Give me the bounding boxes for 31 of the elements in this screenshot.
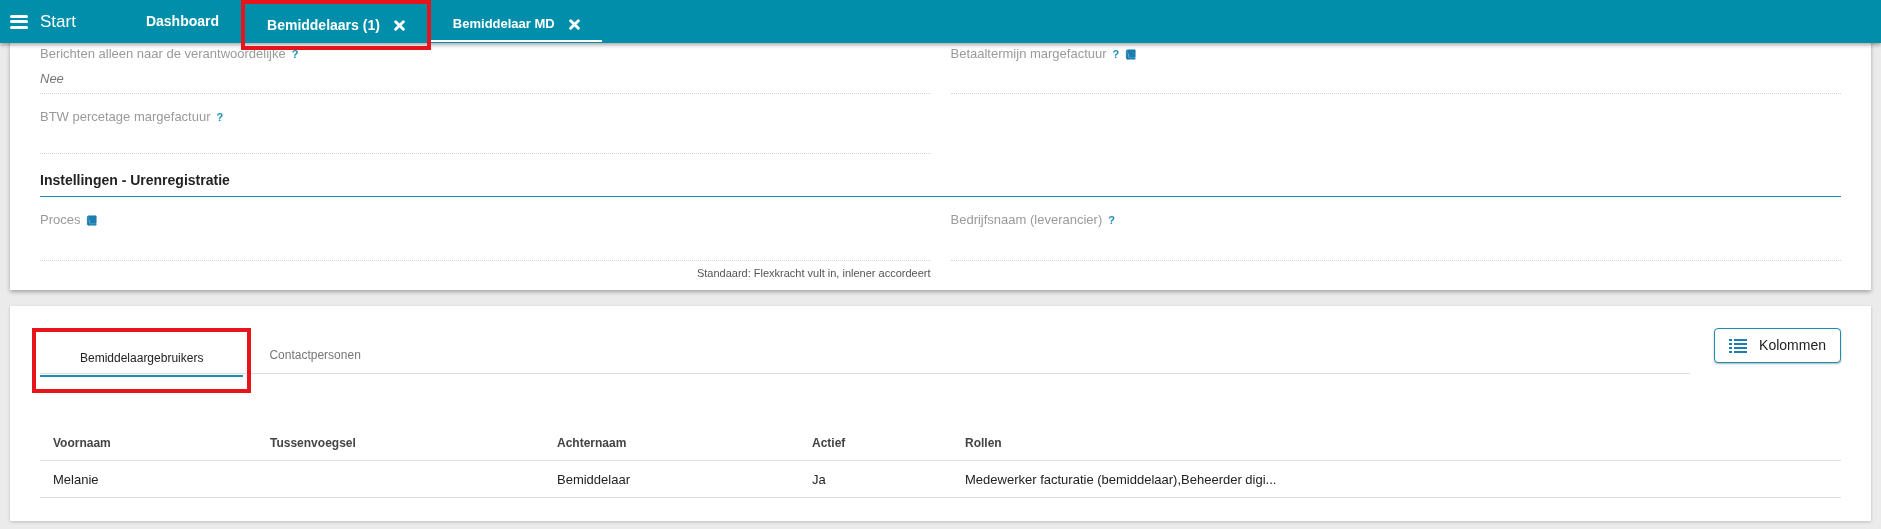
section-title: Instellingen - Urenregistratie — [40, 172, 230, 188]
tab[interactable]: Contactpersonen — [259, 336, 371, 373]
help-icon[interactable]: ? — [1112, 45, 1120, 63]
menu-icon[interactable] — [10, 14, 28, 29]
columns-button[interactable]: Kolommen — [1714, 328, 1841, 363]
nav-tab[interactable]: Dashboard — [123, 0, 242, 43]
column-header: Rollen — [965, 436, 1002, 450]
column-header: Voornaam — [53, 436, 111, 450]
column-header: Actief — [812, 436, 846, 450]
start-label[interactable]: Start — [40, 8, 76, 35]
table-cell: Medewerker facturatie (bemiddelaar),Beheerder digi... — [965, 472, 1277, 487]
table-cell: Melanie — [53, 472, 99, 487]
table-cell: Bemiddelaar — [557, 472, 630, 487]
field-label: Bedrijfsnaam (leverancier) — [950, 211, 1103, 230]
help-icon[interactable]: ? — [216, 108, 224, 126]
tab[interactable]: Bemiddelaargebruikers — [40, 340, 244, 377]
table-cell: Ja — [812, 472, 826, 487]
help-icon[interactable]: ? — [1108, 211, 1115, 229]
field-hint: Standaard: Flexkracht vult in, inlener accordeert — [696, 266, 931, 281]
column-header: Tussenvoegsel — [270, 436, 356, 450]
field-label: Berichten alleen naar de verantwoordelijke — [40, 45, 286, 64]
help-icon[interactable]: ? — [291, 45, 299, 63]
field-label: Betaaltermijn margefactuur — [950, 45, 1107, 64]
list-icon — [1729, 338, 1748, 353]
close-icon[interactable] — [393, 19, 405, 31]
field-value: Nee — [40, 71, 64, 86]
column-header: Achternaam — [557, 436, 627, 450]
field-label: Proces — [40, 211, 81, 230]
nav-tab[interactable]: Bemiddelaars (1) — [245, 4, 427, 46]
close-icon[interactable] — [568, 18, 580, 30]
field-label: BTW percetage margefactuur — [40, 108, 211, 127]
